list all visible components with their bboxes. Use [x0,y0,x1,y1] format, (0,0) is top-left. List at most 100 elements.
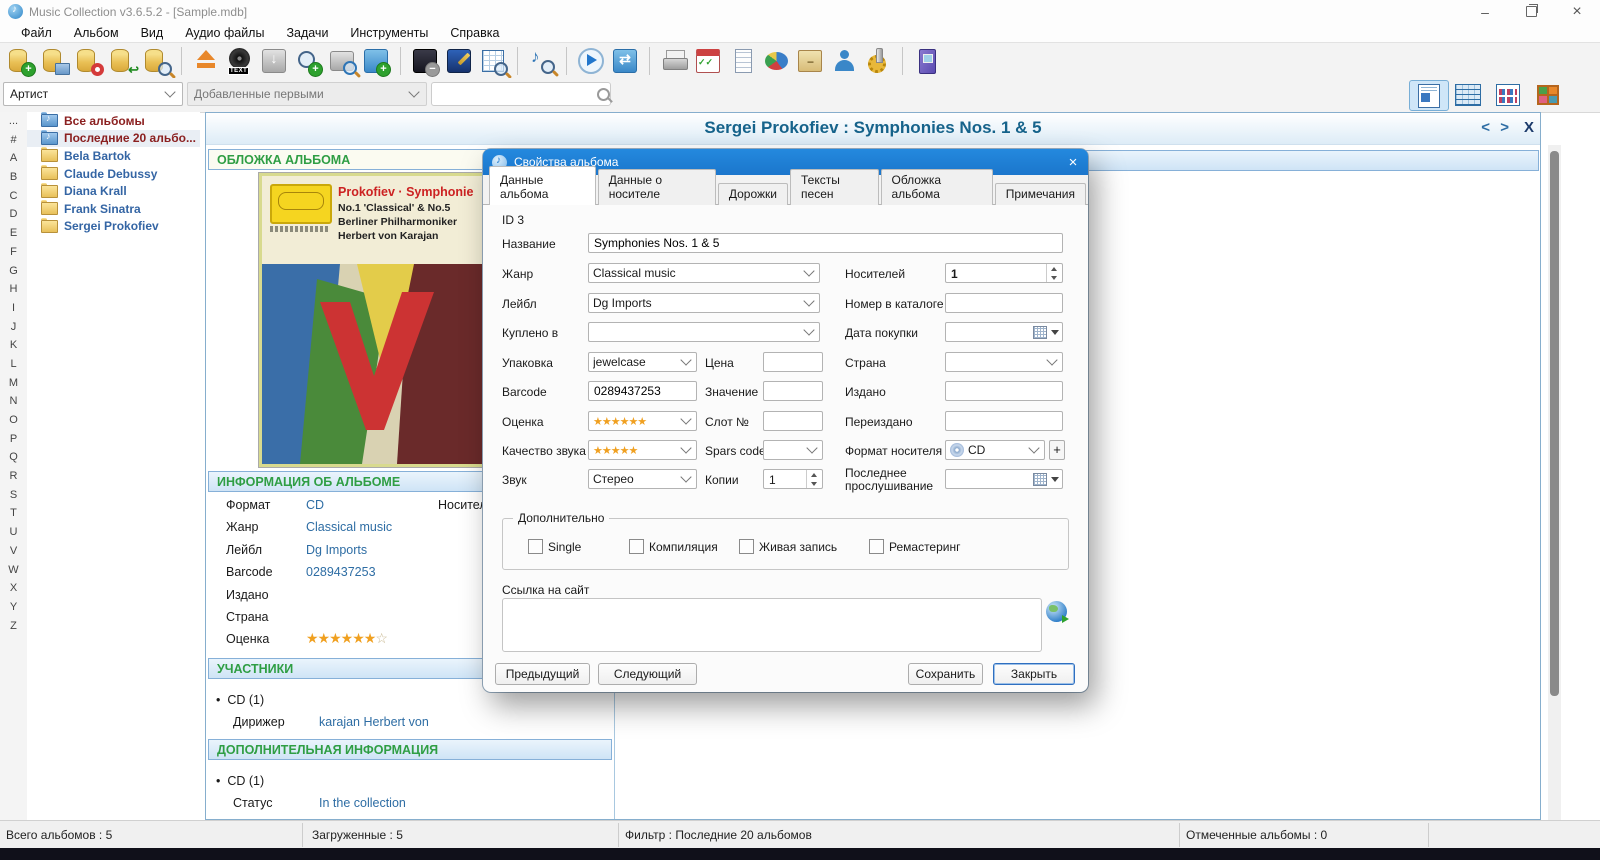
tree-item-diana-krall[interactable]: Diana Krall [27,182,200,200]
tab-notes[interactable]: Примечания [994,183,1086,205]
menu-tasks[interactable]: Задачи [275,26,339,40]
tree-item-last-20[interactable]: Последние 20 альбо... [27,129,200,148]
title-input[interactable] [588,233,1063,253]
tasks-icon[interactable] [693,46,723,76]
tree-item-all-albums[interactable]: Все альбомы [27,112,200,130]
borrowers-icon[interactable] [829,46,859,76]
reissued-input[interactable] [945,411,1063,431]
tree-item-frank-sinatra[interactable]: Frank Sinatra [27,200,200,218]
alphabet-item[interactable]: M [0,374,27,393]
add-database-icon[interactable]: + [6,46,36,77]
price-input[interactable] [763,352,823,372]
alphabet-item[interactable]: D [0,205,27,224]
sound-quality-select[interactable]: ★★★★★ [588,440,697,460]
alphabet-item[interactable]: K [0,336,27,355]
tree-item-sergei-prokofiev[interactable]: Sergei Prokofiev [27,217,200,236]
preferences-icon[interactable] [863,46,893,76]
label-select[interactable]: Dg Imports [588,293,820,313]
released-input[interactable] [945,381,1063,401]
add-album-icon[interactable]: + [361,46,391,77]
next-button[interactable]: Следующий [598,663,697,685]
search-and-add-icon[interactable]: + [293,46,323,77]
download-album-data-icon[interactable] [259,46,289,76]
restore-button[interactable] [1508,0,1554,23]
country-select[interactable] [945,352,1063,372]
prev-album-button[interactable]: < [1481,119,1490,136]
card-file-icon[interactable] [795,46,825,76]
search-music-icon[interactable] [527,46,557,76]
edit-album-icon[interactable] [444,46,474,76]
alphabet-item[interactable]: Z [0,617,27,636]
close-dialog-button[interactable]: Закрыть [993,663,1075,685]
compilation-checkbox[interactable]: Компиляция [629,539,718,554]
tab-album-data[interactable]: Данные альбома [489,166,596,205]
barcode-input[interactable] [588,381,697,401]
tab-cover[interactable]: Обложка альбома [880,169,993,205]
rating-select[interactable]: ★★★★★★ [588,411,697,431]
save-button[interactable]: Сохранить [908,663,983,685]
restore-database-icon[interactable] [108,46,138,76]
close-button[interactable] [1554,0,1600,23]
menu-file[interactable]: Файл [10,26,63,40]
alphabet-item[interactable]: V [0,542,27,561]
alphabet-item[interactable]: G [0,262,27,281]
alphabet-item[interactable]: J [0,318,27,337]
alphabet-item[interactable]: S [0,486,27,505]
alphabet-item[interactable]: R [0,467,27,486]
play-icon[interactable] [576,46,606,76]
tree-item-claude-debussy[interactable]: Claude Debussy [27,165,200,183]
table-view-button[interactable] [1449,80,1487,109]
remastered-checkbox[interactable]: Ремастеринг [869,539,961,554]
alphabet-item[interactable]: E [0,224,27,243]
sort-order-select[interactable]: Добавленные первыми [187,82,427,106]
alphabet-item[interactable]: P [0,430,27,449]
alphabet-item[interactable]: B [0,168,27,187]
minimize-button[interactable] [1462,0,1508,23]
live-checkbox[interactable]: Живая запись [739,539,837,554]
alphabet-item[interactable]: N [0,392,27,411]
alphabet-item[interactable]: H [0,280,27,299]
statistics-icon[interactable] [761,46,791,76]
packaging-select[interactable]: jewelcase [588,352,697,372]
last-listen-picker[interactable] [945,469,1063,489]
menu-album[interactable]: Альбом [63,26,130,40]
scrollbar-thumb[interactable] [1550,151,1559,696]
alphabet-item[interactable]: O [0,411,27,430]
genre-select[interactable]: Classical music [588,263,820,283]
remove-album-icon[interactable]: − [410,46,440,77]
tab-media-data[interactable]: Данные о носителе [597,169,716,205]
exit-icon[interactable] [912,46,942,76]
alphabet-item[interactable]: # [0,131,27,150]
thumbnail-view-button[interactable] [1489,80,1527,109]
media-count-stepper[interactable]: 1 [945,263,1063,283]
alphabet-item[interactable]: Y [0,598,27,617]
read-cd-text-icon[interactable] [225,46,255,76]
alphabet-item[interactable]: X [0,579,27,598]
alphabet-item[interactable]: ... [0,112,27,131]
website-textarea[interactable] [502,598,1042,652]
value-input[interactable] [763,381,823,401]
browse-albums-table-icon[interactable] [478,46,508,76]
tab-lyrics[interactable]: Тексты песен [790,169,879,205]
catalog-number-input[interactable] [945,293,1063,313]
bought-at-select[interactable] [588,322,820,342]
group-by-select[interactable]: Артист [3,82,183,106]
media-format-select[interactable]: CD [945,440,1045,460]
alphabet-item[interactable]: L [0,355,27,374]
mosaic-view-button[interactable] [1529,80,1567,109]
menu-help[interactable]: Справка [439,26,510,40]
search-input[interactable] [438,86,597,102]
alphabet-item[interactable]: W [0,561,27,580]
menu-view[interactable]: Вид [130,26,175,40]
dialog-close-icon[interactable] [1058,154,1088,171]
random-play-icon[interactable] [610,46,640,76]
close-detail-button[interactable]: X [1524,119,1534,136]
alphabet-item[interactable]: U [0,523,27,542]
alphabet-item[interactable]: I [0,299,27,318]
open-database-icon[interactable] [40,46,70,76]
eject-cd-icon[interactable] [191,46,221,76]
purchase-date-picker[interactable] [945,322,1063,342]
slot-input[interactable] [763,411,823,431]
alphabet-item[interactable]: C [0,187,27,206]
backup-database-icon[interactable] [74,46,104,76]
